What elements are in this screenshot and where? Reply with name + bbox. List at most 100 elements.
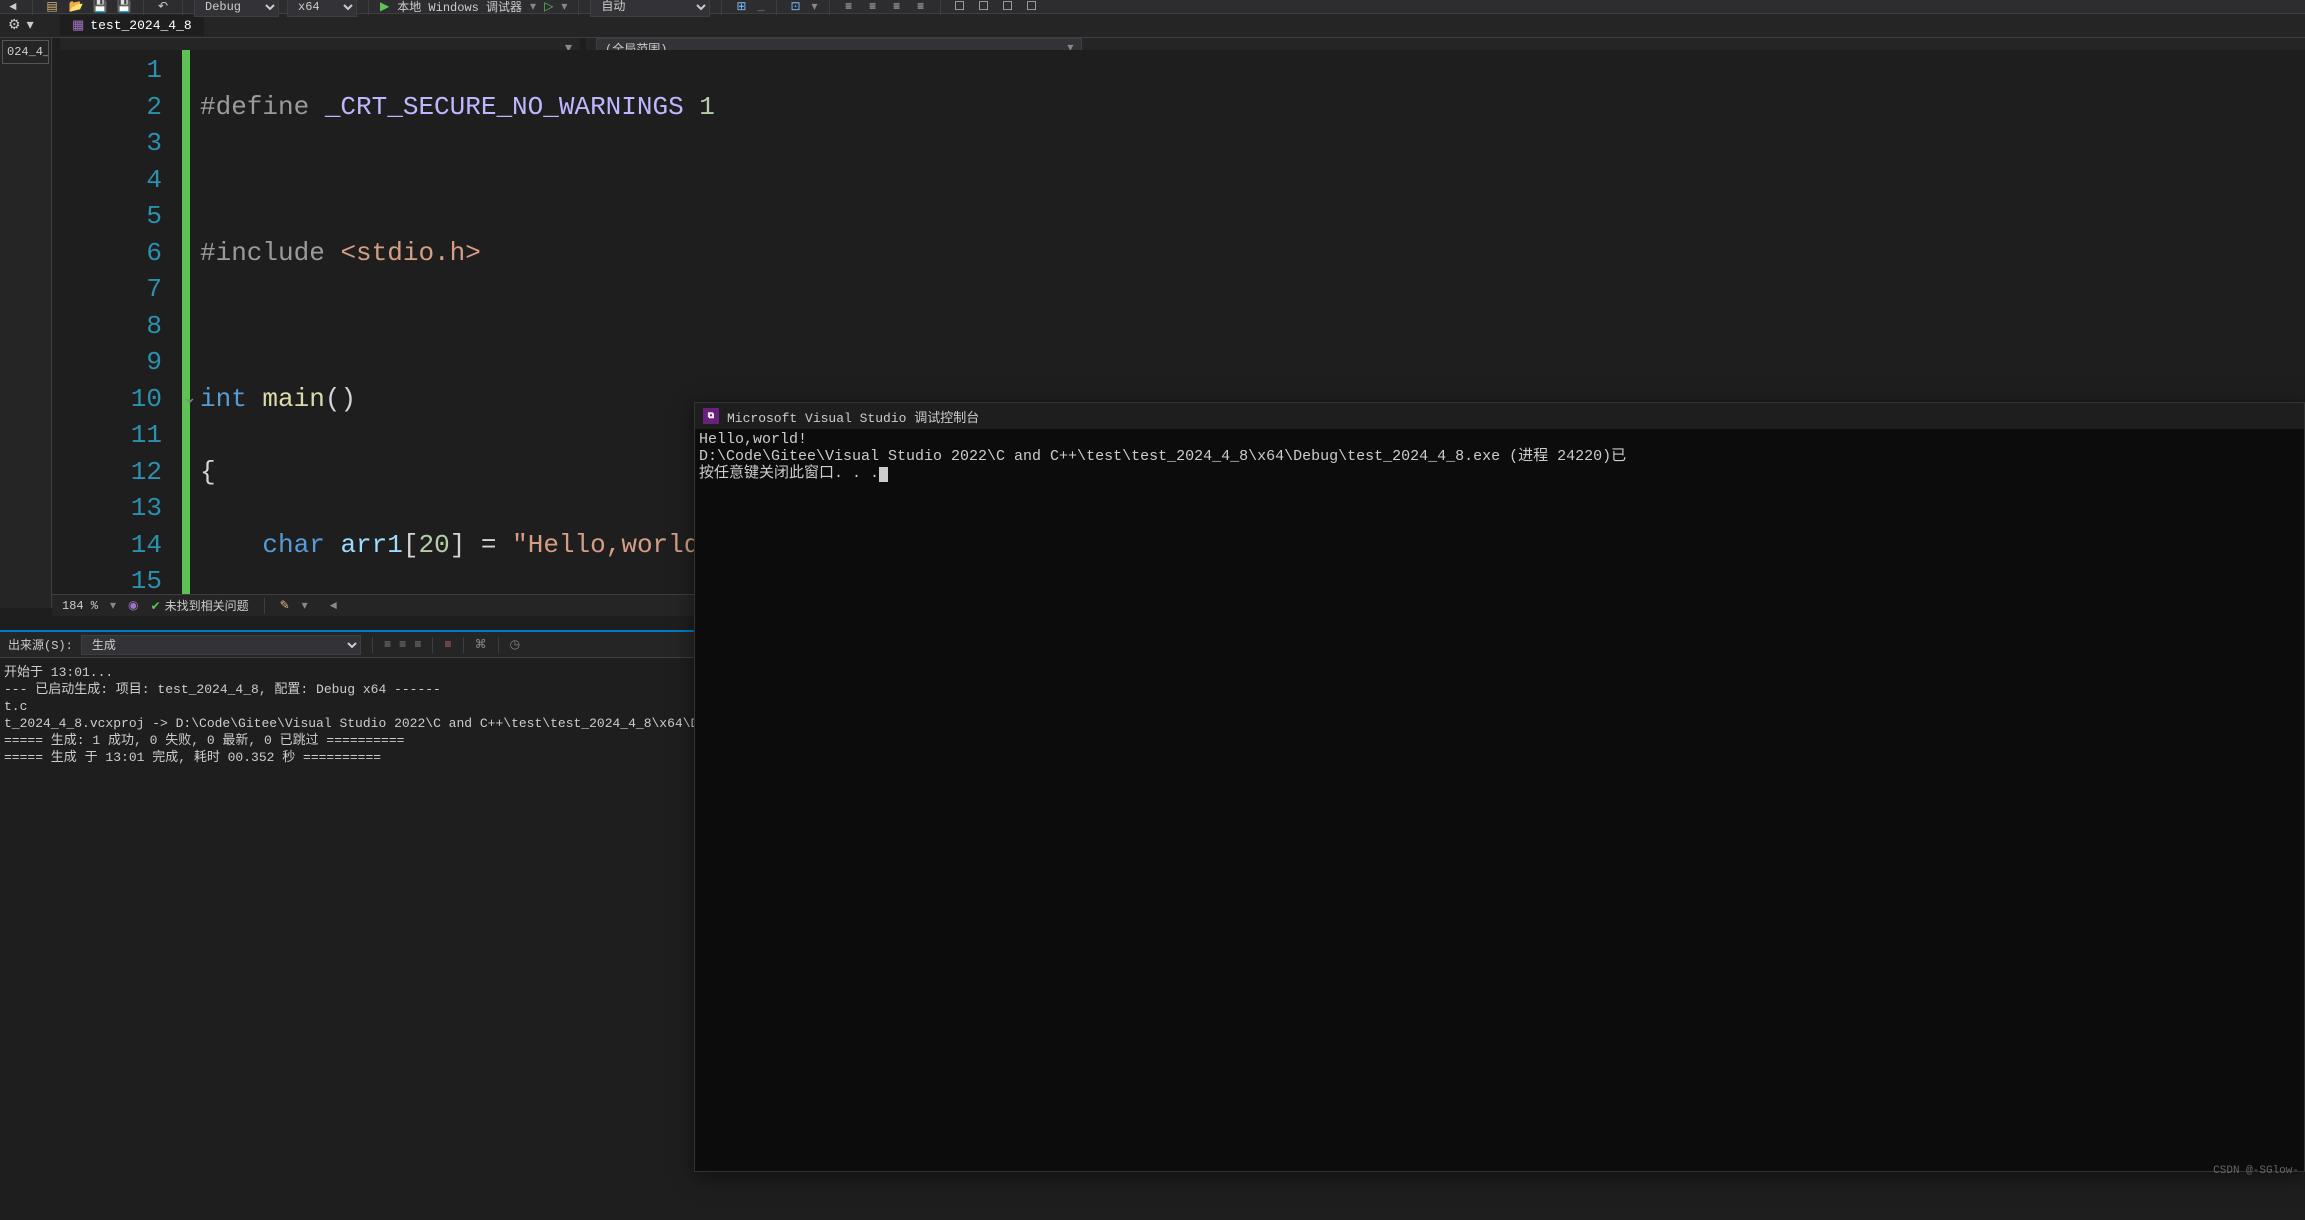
output-line: 开始于 13:01... xyxy=(4,665,113,680)
wrap-icon[interactable]: ≡ xyxy=(444,638,451,652)
save-icon[interactable]: 💾 xyxy=(92,0,108,15)
fold-icon[interactable]: ⌄ xyxy=(182,381,197,418)
chevron-down-icon[interactable]: ▾ xyxy=(561,0,567,14)
console-titlebar[interactable]: ⧉ Microsoft Visual Studio 调试控制台 xyxy=(695,403,2304,429)
divider xyxy=(829,0,830,15)
token: = xyxy=(465,530,512,560)
bookmark-clear-icon[interactable]: ☐ xyxy=(1024,0,1040,15)
token: main xyxy=(262,384,324,414)
cpp-file-icon: ▦ xyxy=(72,18,84,33)
divider xyxy=(432,637,433,653)
divider xyxy=(143,0,144,15)
bookmark-prev-icon[interactable]: ☐ xyxy=(976,0,992,15)
chevron-down-icon[interactable]: ▾ xyxy=(27,17,34,34)
bookmark-icon[interactable]: ☐ xyxy=(952,0,968,15)
undo-icon[interactable]: ↶ xyxy=(155,0,171,15)
token: ] xyxy=(450,530,466,560)
goto-next-icon[interactable]: ≡ xyxy=(399,638,406,652)
token: 20 xyxy=(418,530,449,560)
output-source-label: 出来源(S): xyxy=(8,636,73,653)
open-icon[interactable]: 📂 xyxy=(68,0,84,15)
token: <stdio.h> xyxy=(340,238,480,268)
settings-area: ⚙ ▾ xyxy=(0,17,60,34)
token: #define xyxy=(200,92,309,122)
line-number: 8 xyxy=(52,308,162,345)
auto-dropdown[interactable]: 自动 xyxy=(590,0,710,17)
line-number: 14 xyxy=(52,527,162,564)
change-indicator xyxy=(182,50,190,594)
save-all-icon[interactable]: 💾 xyxy=(116,0,132,15)
debugger-label[interactable]: 本地 Windows 调试器 xyxy=(397,0,522,15)
console-title: Microsoft Visual Studio 调试控制台 xyxy=(727,407,979,426)
console-line: Hello,world! xyxy=(699,431,807,448)
issues-status[interactable]: 未找到相关问题 xyxy=(151,597,249,614)
vs-icon: ⧉ xyxy=(703,408,719,424)
tab-bar: ⚙ ▾ ▦ test_2024_4_8 xyxy=(0,14,2305,38)
scroll-left-icon[interactable]: ◄ xyxy=(330,599,337,613)
format-icon[interactable]: ≡ xyxy=(889,0,905,15)
divider xyxy=(463,637,464,653)
output-line: t.c xyxy=(4,699,27,714)
solution-item[interactable]: 024_4_8 xyxy=(2,40,49,64)
config-dropdown[interactable]: Debug xyxy=(194,0,279,17)
outdent-icon[interactable]: ≡ xyxy=(865,0,881,15)
bookmark-next-icon[interactable]: ☐ xyxy=(1000,0,1016,15)
link-icon[interactable]: ⌘ xyxy=(475,637,487,652)
play-icon[interactable]: ▶ xyxy=(380,0,389,14)
info-icon[interactable]: ◉ xyxy=(128,598,138,613)
line-number: 10 xyxy=(52,381,162,418)
indent-icon[interactable]: ≡ xyxy=(841,0,857,15)
console-line: 按任意键关闭此窗口. . . xyxy=(699,465,879,482)
line-number: 2 xyxy=(52,89,162,126)
line-number: 6 xyxy=(52,235,162,272)
brush-icon[interactable]: ✎ xyxy=(280,598,290,613)
divider xyxy=(182,0,183,15)
line-number: 4 xyxy=(52,162,162,199)
output-line: ===== 生成: 1 成功, 0 失败, 0 最新, 0 已跳过 ======… xyxy=(4,733,404,748)
console-body[interactable]: Hello,world! D:\Code\Gitee\Visual Studio… xyxy=(695,429,2304,484)
chevron-down-icon[interactable]: ▾ xyxy=(302,598,308,613)
solution-explorer: 024_4_8 xyxy=(0,38,52,608)
comment-icon[interactable]: ≡ xyxy=(913,0,929,15)
line-number: 5 xyxy=(52,198,162,235)
token: _CRT_SECURE_NO_WARNINGS xyxy=(325,92,684,122)
new-file-icon[interactable]: ▤ xyxy=(44,0,60,15)
layout-icon[interactable]: ⊞ xyxy=(733,0,749,15)
divider xyxy=(776,0,777,15)
gear-icon[interactable]: ⚙ xyxy=(8,17,21,34)
line-number: 12 xyxy=(52,454,162,491)
divider xyxy=(940,0,941,15)
token: { xyxy=(200,457,216,487)
token: 1 xyxy=(699,92,715,122)
editor-tab[interactable]: ▦ test_2024_4_8 xyxy=(60,15,204,36)
token: arr1 xyxy=(340,530,402,560)
chevron-down-icon[interactable]: ▾ xyxy=(530,0,536,14)
debug-console-window[interactable]: ⧉ Microsoft Visual Studio 调试控制台 Hello,wo… xyxy=(694,402,2305,1172)
goto-prev-icon[interactable]: ≡ xyxy=(384,638,391,652)
tab-filename: test_2024_4_8 xyxy=(90,18,191,33)
divider xyxy=(372,637,373,653)
divider xyxy=(578,0,579,15)
token: #include xyxy=(200,238,325,268)
divider xyxy=(721,0,722,15)
platform-dropdown[interactable]: x64 xyxy=(287,0,357,17)
line-number: 7 xyxy=(52,271,162,308)
token: int xyxy=(200,384,247,414)
chevron-down-icon[interactable]: ▾ xyxy=(110,598,116,613)
output-source-dropdown[interactable]: 生成 xyxy=(81,635,361,655)
cursor xyxy=(879,467,888,482)
clear-icon[interactable]: ≡ xyxy=(414,638,421,652)
line-number: 3 xyxy=(52,125,162,162)
back-icon[interactable]: ◄ xyxy=(5,0,21,15)
line-number: 13 xyxy=(52,490,162,527)
play-no-debug-icon[interactable]: ▷ xyxy=(544,0,553,14)
line-number: 1 xyxy=(52,52,162,89)
divider xyxy=(368,0,369,15)
clock-icon[interactable]: ◷ xyxy=(510,637,520,652)
main-toolbar: ◄ ▤ 📂 💾 💾 ↶ Debug x64 ▶ 本地 Windows 调试器 ▾… xyxy=(0,0,2305,14)
divider xyxy=(264,598,265,614)
zoom-level[interactable]: 184 % xyxy=(62,599,98,613)
line-gutter: 1 2 3 4 5 6 7 8 9 10 11 12 13 14 15 xyxy=(52,50,182,594)
console-line: D:\Code\Gitee\Visual Studio 2022\C and C… xyxy=(699,448,1626,465)
window-icon[interactable]: ⊡ xyxy=(788,0,804,15)
